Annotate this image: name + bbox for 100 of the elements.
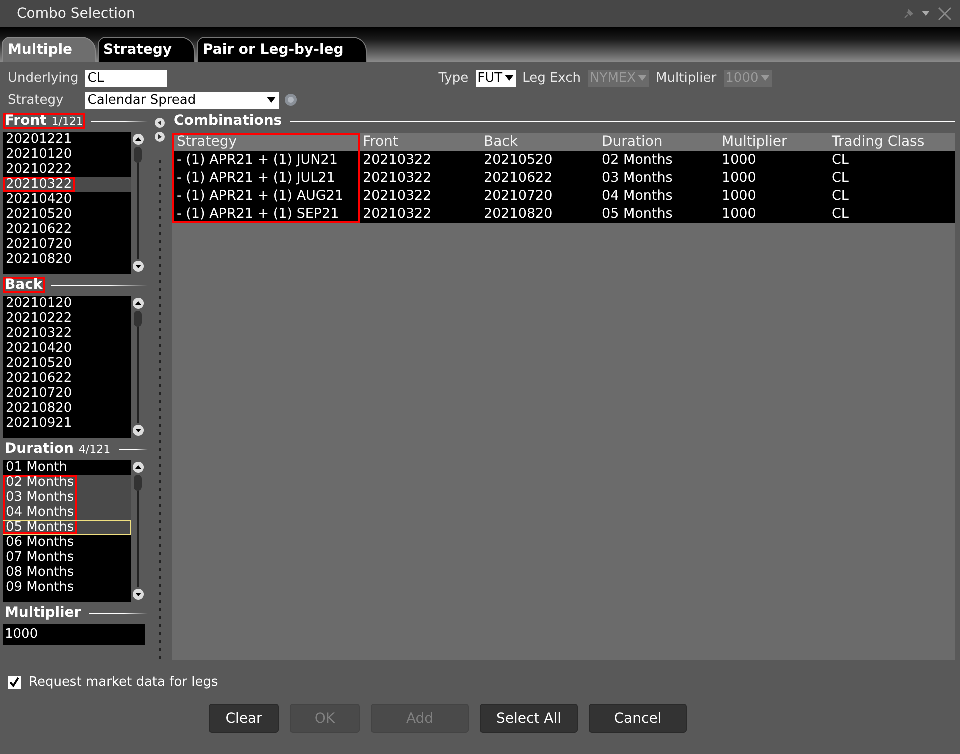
- scrollbar-track[interactable]: [137, 311, 139, 423]
- list-item[interactable]: 20210120: [3, 296, 131, 311]
- section-title: Front 1/121: [3, 113, 86, 129]
- list-item[interactable]: 01 Month: [3, 460, 131, 475]
- table-cell: - (1) APR21 + (1) JUL21: [172, 169, 360, 187]
- column-header[interactable]: Multiplier: [719, 133, 829, 151]
- tab[interactable]: Multiple: [2, 37, 96, 62]
- collapse-left-icon[interactable]: [155, 118, 165, 128]
- checkbox[interactable]: [8, 676, 21, 688]
- table-cell: 02 Months: [599, 151, 719, 169]
- table-cell: CL: [829, 151, 955, 169]
- list-item[interactable]: 09 Months: [3, 580, 131, 595]
- list-item[interactable]: 20210622: [3, 371, 131, 386]
- scroll-down-icon[interactable]: [132, 589, 144, 600]
- list-item[interactable]: 20210322: [3, 177, 131, 192]
- column-header[interactable]: Front: [360, 133, 481, 151]
- table-cell: 20210622: [481, 169, 599, 187]
- column-header[interactable]: Duration: [599, 133, 719, 151]
- list-item[interactable]: 20210820: [3, 401, 131, 416]
- list-item[interactable]: 04 Months: [3, 505, 131, 520]
- caret-icon: [504, 75, 514, 81]
- section-title: Combinations: [173, 113, 284, 129]
- list-item[interactable]: 05 Months: [3, 520, 131, 535]
- scroll-up-icon[interactable]: [132, 462, 144, 473]
- scroll-up-icon[interactable]: [132, 298, 144, 309]
- close-icon[interactable]: [938, 6, 952, 20]
- table-cell: 04 Months: [599, 187, 719, 205]
- list-item[interactable]: 08 Months: [3, 565, 131, 580]
- caret-icon: [760, 75, 770, 81]
- scrollbar-thumb[interactable]: [134, 475, 142, 491]
- section-title: Multiplier: [4, 605, 82, 621]
- scrollbar[interactable]: [131, 296, 145, 438]
- expand-right-icon[interactable]: [155, 132, 165, 142]
- list-item[interactable]: 20210720: [3, 386, 131, 401]
- table-cell: 20210322: [360, 169, 481, 187]
- list-item[interactable]: 20210420: [3, 341, 131, 356]
- table-cell: CL: [829, 169, 955, 187]
- list-item[interactable]: 20210222: [3, 311, 131, 326]
- underlying-label: Underlying: [8, 70, 79, 86]
- list-item[interactable]: 20210820: [3, 252, 131, 267]
- section-title: Back: [3, 277, 45, 293]
- list-item[interactable]: 20210720: [3, 237, 131, 252]
- table-cell: 20210520: [481, 151, 599, 169]
- section-title: Duration 4/121: [4, 441, 112, 457]
- table-cell: 20210322: [360, 205, 481, 223]
- list-item[interactable]: 20210222: [3, 162, 131, 177]
- scrollbar-track[interactable]: [137, 475, 139, 587]
- table-cell: 1000: [719, 205, 829, 223]
- list-item[interactable]: 06 Months: [3, 535, 131, 550]
- list-item[interactable]: 20210921: [3, 416, 131, 431]
- dropdown-label: Leg Exch: [522, 70, 582, 86]
- strategy-dropdown[interactable]: Calendar Spread: [84, 92, 279, 108]
- checkbox-label: Request market data for legs: [29, 674, 218, 690]
- dropdown-label: Multiplier: [656, 70, 717, 86]
- table-cell: CL: [829, 187, 955, 205]
- list-item[interactable]: 20210622: [3, 222, 131, 237]
- dropdown-caret-icon[interactable]: [922, 11, 930, 16]
- multiplier-value: 1000: [3, 624, 145, 645]
- caret-icon: [638, 75, 648, 81]
- scroll-down-icon[interactable]: [132, 425, 144, 436]
- dropdown-label: Type: [438, 70, 469, 86]
- list-item[interactable]: 02 Months: [3, 475, 131, 490]
- table-cell: 20210322: [360, 151, 481, 169]
- scrollbar-thumb[interactable]: [134, 311, 142, 327]
- strategy-label: Strategy: [8, 92, 65, 108]
- list-item[interactable]: 07 Months: [3, 550, 131, 565]
- column-header[interactable]: Back: [481, 133, 599, 151]
- list-item[interactable]: 20210520: [3, 356, 131, 371]
- list-item[interactable]: 20201221: [3, 132, 131, 147]
- dialog-button[interactable]: Select All: [480, 704, 578, 733]
- table-cell: 03 Months: [599, 169, 719, 187]
- table-cell: - (1) APR21 + (1) AUG21: [172, 187, 360, 205]
- list-item[interactable]: 20210120: [3, 147, 131, 162]
- tab[interactable]: Strategy: [98, 37, 195, 62]
- window-title: Combo Selection: [17, 6, 136, 22]
- column-header[interactable]: Strategy: [172, 133, 360, 151]
- caret-icon: [266, 97, 276, 103]
- table-cell: 20210322: [360, 187, 481, 205]
- help-icon[interactable]: [284, 94, 297, 106]
- scrollbar[interactable]: [131, 132, 145, 274]
- column-header[interactable]: Trading Class: [829, 133, 955, 151]
- scroll-down-icon[interactable]: [132, 261, 144, 272]
- scroll-up-icon[interactable]: [132, 134, 144, 145]
- table-cell: CL: [829, 205, 955, 223]
- list-item[interactable]: 03 Months: [3, 490, 131, 505]
- list-item[interactable]: 20210322: [3, 326, 131, 341]
- dialog-button[interactable]: Cancel: [589, 704, 687, 733]
- list-item[interactable]: 20210420: [3, 192, 131, 207]
- scrollbar-track[interactable]: [137, 147, 139, 259]
- scrollbar-thumb[interactable]: [134, 147, 142, 163]
- table-cell: 1000: [719, 169, 829, 187]
- table-cell: - (1) APR21 + (1) JUN21: [172, 151, 360, 169]
- table-cell: 20210720: [481, 187, 599, 205]
- list-item[interactable]: 20210520: [3, 207, 131, 222]
- scrollbar[interactable]: [131, 460, 145, 602]
- table-cell: 20210820: [481, 205, 599, 223]
- tab[interactable]: Pair or Leg-by-leg: [196, 37, 367, 62]
- dropdown[interactable]: FUT: [476, 70, 516, 86]
- dialog-button[interactable]: Clear: [209, 704, 279, 733]
- underlying-field[interactable]: CL: [84, 70, 167, 86]
